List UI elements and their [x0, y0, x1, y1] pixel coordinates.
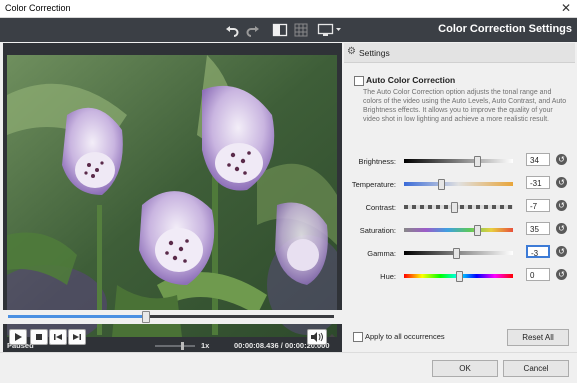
apply-to-all-label: Apply to all occurrences [365, 332, 445, 341]
slider-label: Brightness: [358, 157, 396, 166]
next-frame-button[interactable] [68, 329, 86, 345]
slider-thumb[interactable] [474, 156, 482, 167]
slider-row: Brightness: 34 ↺ [344, 153, 575, 171]
split-view-icon[interactable] [272, 22, 288, 38]
settings-header: ⚙ Settings [344, 43, 575, 63]
slider-track[interactable] [404, 225, 513, 236]
reset-icon[interactable]: ↺ [556, 177, 567, 188]
gear-icon: ⚙ [347, 46, 356, 57]
slider-value-input[interactable]: -7 [526, 199, 550, 212]
slider-value-input[interactable]: -3 [526, 245, 550, 258]
slider-value-input[interactable]: 35 [526, 222, 550, 235]
slider-label: Hue: [380, 272, 396, 281]
volume-icon [311, 332, 323, 342]
slider-track[interactable] [404, 156, 513, 167]
slider-row: Temperature: -31 ↺ [344, 176, 575, 194]
settings-panel: ⚙ Settings Auto Color Correction The Aut… [344, 43, 575, 350]
video-panel: Paused 1x 00:00:08.436 / 00:00:20.000 [3, 43, 342, 352]
previous-frame-button[interactable] [49, 329, 67, 345]
slider-label: Temperature: [351, 180, 396, 189]
close-icon[interactable]: ✕ [561, 1, 571, 15]
slider-row: Saturation: 35 ↺ [344, 222, 575, 240]
seek-bar-progress [8, 315, 145, 318]
slider-row: Contrast: -7 ↺ [344, 199, 575, 217]
playback-controls [3, 326, 342, 348]
toolbar: Color Correction Settings [0, 18, 577, 42]
slider-value-input[interactable]: 0 [526, 268, 550, 281]
settings-heading: Color Correction Settings [438, 23, 572, 35]
title-bar: Color Correction ✕ [0, 0, 577, 18]
skip-forward-icon [73, 334, 81, 340]
undo-icon[interactable] [224, 22, 240, 38]
reset-icon[interactable]: ↺ [556, 269, 567, 280]
settings-header-label: Settings [359, 48, 390, 58]
reset-icon[interactable]: ↺ [556, 200, 567, 211]
slider-label: Gamma: [367, 249, 396, 258]
volume-dropdown-icon[interactable] [328, 332, 336, 342]
redo-icon[interactable] [245, 22, 261, 38]
slider-thumb[interactable] [438, 179, 446, 190]
grid-icon[interactable] [293, 22, 309, 38]
slider-label: Contrast: [365, 203, 396, 212]
slider-track[interactable] [404, 248, 513, 259]
cancel-button[interactable]: Cancel [503, 360, 569, 377]
slider-label: Saturation: [359, 226, 396, 235]
slider-track[interactable] [404, 271, 513, 282]
slider-thumb[interactable] [451, 202, 459, 213]
reset-icon[interactable]: ↺ [556, 154, 567, 165]
seek-bar-thumb[interactable] [141, 311, 150, 323]
seek-bar[interactable] [8, 311, 334, 323]
slider-value-input[interactable]: 34 [526, 153, 550, 166]
reset-icon[interactable]: ↺ [556, 246, 567, 257]
auto-color-correction-checkbox[interactable] [354, 76, 364, 86]
dialog-footer: OK Cancel [0, 352, 577, 383]
apply-to-all-checkbox[interactable] [353, 332, 363, 342]
window-title: Color Correction [5, 3, 71, 13]
seek-bar-area [3, 310, 342, 324]
reset-all-button[interactable]: Reset All [507, 329, 569, 346]
slider-thumb[interactable] [453, 248, 461, 259]
slider-value-input[interactable]: -31 [526, 176, 550, 189]
auto-correction-description: The Auto Color Correction option adjusts… [363, 89, 567, 123]
video-preview [7, 55, 337, 337]
monitor-icon[interactable] [317, 22, 343, 38]
play-icon [15, 333, 22, 341]
auto-color-correction-label: Auto Color Correction [366, 75, 456, 85]
ok-button[interactable]: OK [432, 360, 498, 377]
slider-row: Gamma: -3 ↺ [344, 245, 575, 263]
slider-row: Hue: 0 ↺ [344, 268, 575, 286]
slider-thumb[interactable] [474, 225, 482, 236]
volume-button[interactable] [307, 329, 327, 345]
slider-track[interactable] [404, 202, 513, 213]
play-button[interactable] [9, 329, 27, 345]
skip-back-icon [54, 334, 62, 340]
stop-button[interactable] [30, 329, 48, 345]
reset-icon[interactable]: ↺ [556, 223, 567, 234]
stop-icon [36, 334, 42, 340]
slider-thumb[interactable] [455, 271, 463, 282]
slider-track[interactable] [404, 179, 513, 190]
